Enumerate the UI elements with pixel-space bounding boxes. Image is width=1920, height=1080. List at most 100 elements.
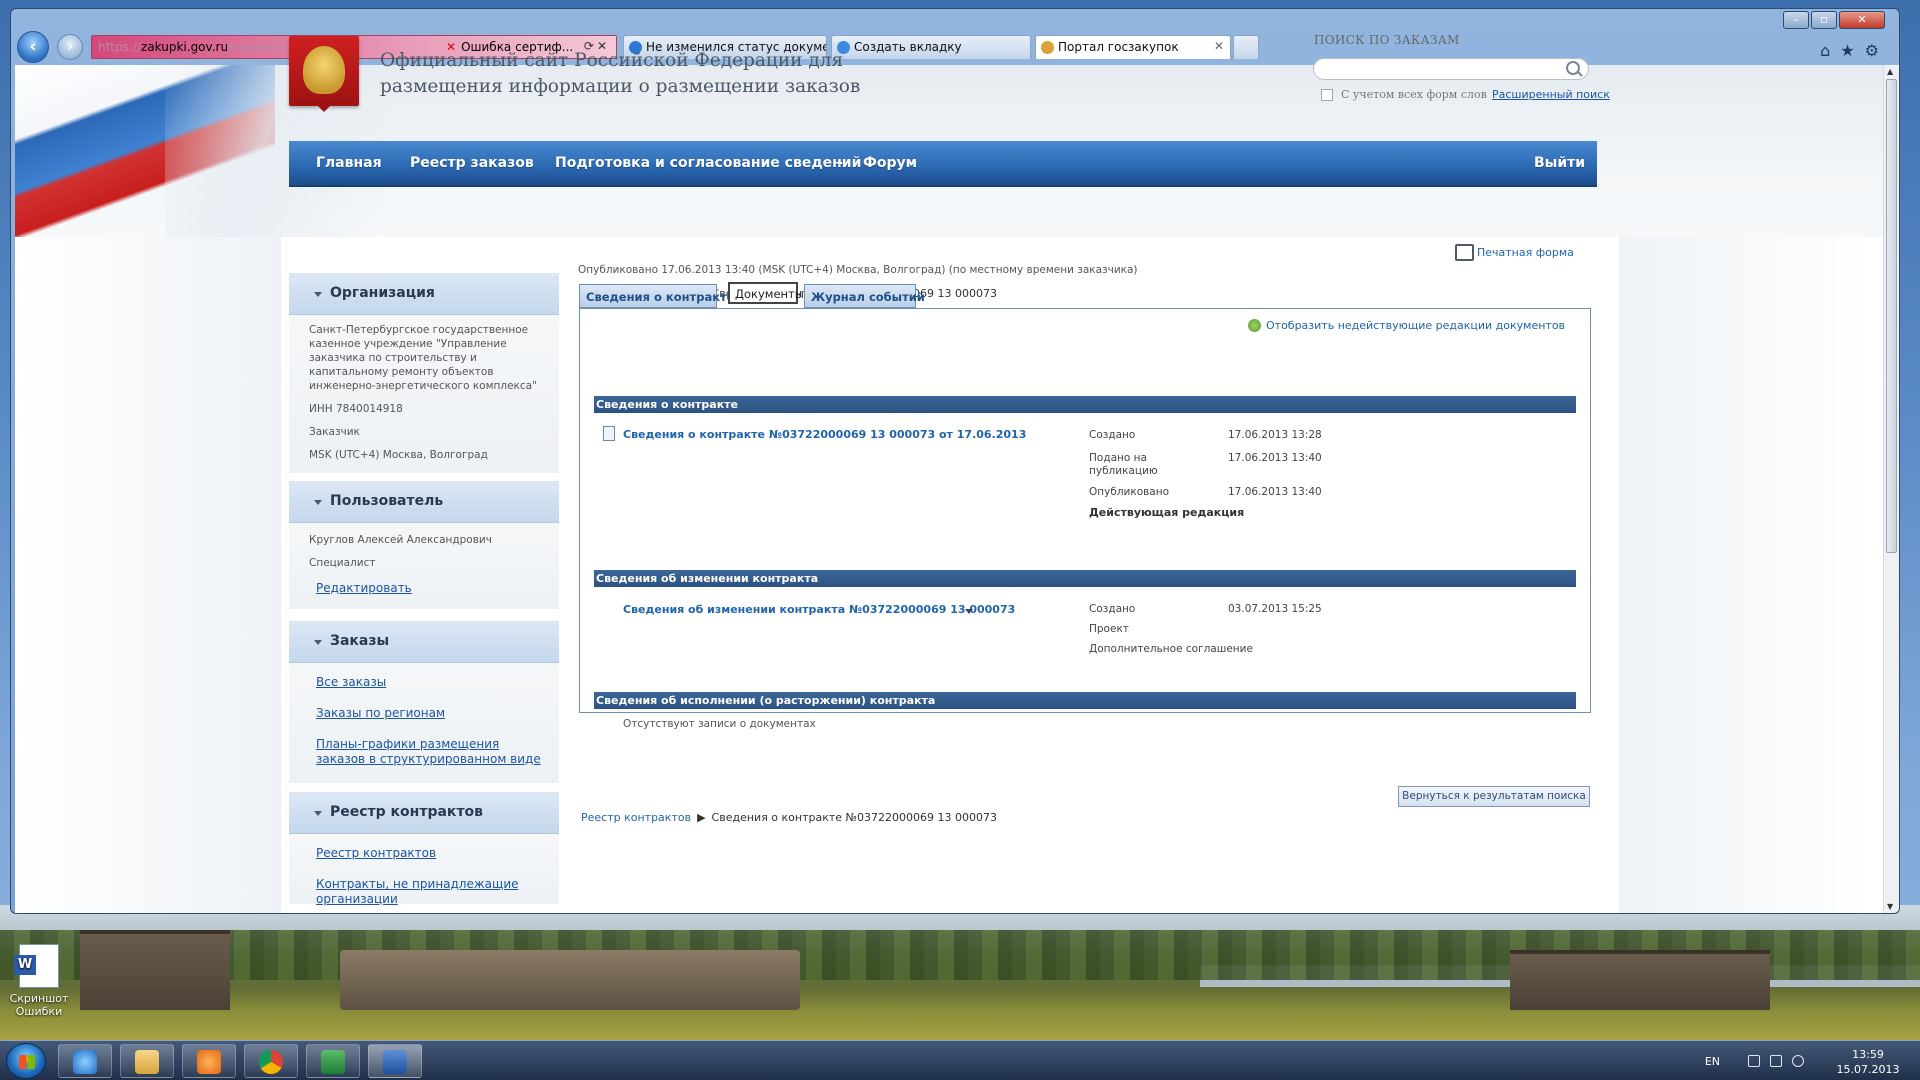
contracts-registry-link[interactable]: Реестр контрактов (316, 846, 436, 861)
scroll-down-icon[interactable]: ▼ (1887, 902, 1893, 911)
taskbar-excel[interactable] (306, 1044, 360, 1078)
taskbar-ie[interactable] (58, 1044, 112, 1078)
advanced-search-link[interactable]: Расширенный поиск (1492, 88, 1610, 101)
sidebar-user-header[interactable]: Пользователь (289, 481, 559, 523)
taskbar-media-player[interactable] (182, 1044, 236, 1078)
org-inn: ИНН 7840014918 (309, 403, 403, 415)
chevron-down-icon[interactable] (965, 609, 973, 614)
ie-toolbar-icons[interactable]: ⌂★⚙ (1820, 41, 1889, 60)
field-submitted-value: 17.06.2013 13:40 (1228, 452, 1322, 464)
emblem-favicon-icon (1041, 41, 1054, 54)
menu-item-forum[interactable]: Форум (863, 155, 917, 171)
scrollbar-thumb[interactable] (1886, 79, 1897, 553)
user-name: Круглов Алексей Александрович (309, 534, 492, 546)
site-title: Официальный сайт Российской Федерации дл… (380, 50, 861, 97)
print-form-link[interactable]: Печатная форма (1455, 244, 1574, 261)
field-published-label: Опубликовано (1089, 486, 1170, 498)
field-created-value: 17.06.2013 13:28 (1228, 429, 1322, 441)
new-tab-button[interactable] (1233, 35, 1259, 59)
section-contract-info: Сведения о контракте (594, 396, 1576, 413)
clock[interactable]: 13:59 15.07.2013 (1836, 1047, 1900, 1077)
all-orders-link[interactable]: Все заказы (316, 675, 386, 690)
menu-item-home[interactable]: Главная (316, 155, 382, 171)
forward-button[interactable]: › (57, 34, 83, 60)
excel-icon (321, 1050, 345, 1074)
back-to-results-button[interactable]: Вернуться к результатам поиска (1398, 786, 1590, 807)
sidebar-contracts-body: Реестр контрактов Контракты, не принадле… (289, 834, 559, 907)
show-inactive-docs-link[interactable]: Отобразить недействующие редакции докуме… (1247, 319, 1565, 332)
field-published-value: 17.06.2013 13:40 (1228, 486, 1322, 498)
back-button[interactable]: ‹ (17, 31, 49, 63)
wallpaper-fence (340, 950, 800, 1010)
published-info: Опубликовано 17.06.2013 13:40 (MSK (UTC+… (578, 264, 1138, 276)
breadcrumb-root-link[interactable]: Реестр контрактов (581, 811, 691, 824)
schedule-plans-link[interactable]: Планы-графики размещения заказов в струк… (316, 737, 551, 767)
gear-icon[interactable]: ⚙ (1865, 41, 1889, 60)
tab-contract-info[interactable]: Сведения о контракте (579, 284, 734, 308)
change-status-draft: Проект (1089, 623, 1129, 635)
orders-by-region-link[interactable]: Заказы по регионам (316, 706, 445, 721)
language-indicator[interactable]: EN (1705, 1055, 1720, 1068)
sidebar-contracts-header[interactable]: Реестр контрактов (289, 792, 559, 834)
ie-icon (73, 1050, 97, 1074)
no-documents-text: Отсутствуют записи о документах (623, 718, 816, 730)
documents-panel (579, 308, 1591, 713)
search-icon[interactable] (1566, 61, 1580, 75)
sidebar-org-body: Санкт-Петербургское государственное казе… (289, 315, 559, 473)
edit-profile-link[interactable]: Редактировать (316, 581, 412, 596)
all-word-forms-checkbox[interactable] (1321, 89, 1333, 101)
close-tab-icon[interactable]: ✕ (1214, 39, 1224, 53)
breadcrumb-bottom: Реестр контрактов ▶ Сведения о контракте №… (581, 811, 997, 824)
taskbar-explorer[interactable] (120, 1044, 174, 1078)
action-center-flag-icon[interactable] (1748, 1055, 1760, 1067)
clock-time: 13:59 (1852, 1048, 1884, 1061)
vertical-scrollbar[interactable]: ▲ ▼ (1883, 65, 1899, 913)
org-role: Заказчик (309, 426, 360, 438)
section-contract-change: Сведения об изменении контракта (594, 570, 1576, 587)
all-word-forms-label: С учетом всех форм слов (1341, 88, 1487, 101)
change-created-value: 03.07.2013 15:25 (1228, 603, 1322, 615)
windows-logo-icon (19, 1055, 35, 1069)
start-button[interactable] (6, 1043, 46, 1079)
org-name: Санкт-Петербургское государственное казе… (309, 324, 537, 392)
foreign-contracts-link[interactable]: Контракты, не принадлежащие организации (316, 877, 526, 907)
menu-item-preparation[interactable]: Подготовка и согласование сведений (555, 155, 861, 171)
close-window-button[interactable]: ✕ (1839, 11, 1885, 29)
folder-icon (135, 1050, 159, 1074)
wallpaper-house (80, 930, 230, 1010)
contract-change-doc-link[interactable]: Сведения об изменении контракта №0372200… (623, 603, 1015, 616)
taskbar-chrome[interactable] (244, 1044, 298, 1078)
coat-of-arms-logo[interactable] (289, 36, 359, 106)
url-host: zakupki.gov.ru (141, 40, 229, 54)
section-contract-execution: Сведения об исполнении (о расторжении) к… (594, 692, 1576, 709)
sidebar-org-header[interactable]: Организация (289, 273, 559, 315)
home-icon[interactable]: ⌂ (1820, 41, 1840, 60)
sidebar-orders-body: Все заказы Заказы по регионам Планы-граф… (289, 663, 559, 783)
network-icon[interactable] (1770, 1055, 1782, 1067)
field-submitted-label: Подано на публикацию (1089, 452, 1158, 477)
menu-item-orders-registry[interactable]: Реестр заказов (410, 155, 534, 171)
taskbar: EN 13:59 15.07.2013 (0, 1040, 1920, 1080)
scroll-up-icon[interactable]: ▲ (1887, 67, 1893, 76)
desktop-icon-screenshot-doc[interactable]: W Скриншот Ошибки (4, 944, 74, 1018)
favorites-star-icon[interactable]: ★ (1840, 41, 1864, 60)
breadcrumb-current: Сведения о контракте №03722000069 13 000… (711, 811, 997, 824)
system-tray: EN 13:59 15.07.2013 (1650, 1045, 1910, 1077)
contract-doc-link[interactable]: Сведения о контракте №03722000069 13 000… (623, 428, 1026, 441)
org-timezone: MSK (UTC+4) Москва, Волгоград (309, 449, 488, 461)
desktop-icon-label: Скриншот Ошибки (9, 992, 69, 1018)
taskbar-word[interactable] (368, 1044, 422, 1078)
search-input[interactable] (1313, 58, 1589, 80)
tab-goszakupki[interactable]: Портал госзакупок ✕ (1035, 35, 1231, 59)
maximize-button[interactable]: ▫ (1811, 11, 1837, 29)
tab-documents[interactable]: Документы (728, 282, 804, 304)
chrome-icon (259, 1050, 283, 1074)
volume-icon[interactable] (1792, 1055, 1804, 1067)
document-icon (603, 426, 615, 441)
tab-event-log[interactable]: Журнал событий (804, 284, 925, 308)
logout-link[interactable]: Выйти (1534, 155, 1585, 171)
page-side-left (15, 237, 281, 913)
clock-date: 15.07.2013 (1836, 1063, 1900, 1076)
sidebar-orders-header[interactable]: Заказы (289, 621, 559, 663)
minimize-button[interactable]: – (1783, 11, 1809, 29)
